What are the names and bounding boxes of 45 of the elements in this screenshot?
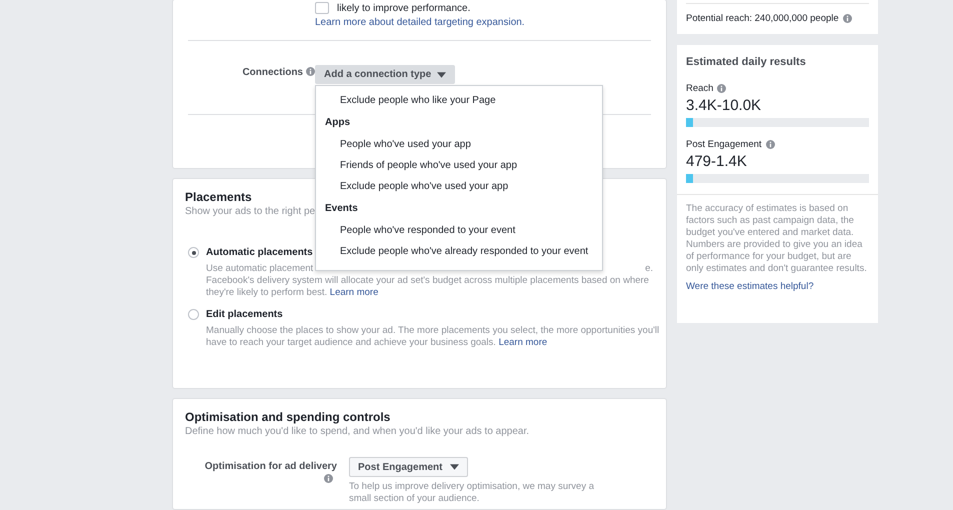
connections-label: Connections xyxy=(242,67,303,78)
option-label: Edit placements xyxy=(206,309,283,320)
radio-button[interactable] xyxy=(188,247,199,258)
estimates-title: Estimated daily results xyxy=(686,56,807,68)
section-subtitle: Define how much you'd like to spend, and when you'd like your ads to appear. xyxy=(185,426,530,437)
metric-value: 3.4K-10.0K xyxy=(686,97,762,114)
info-icon[interactable] xyxy=(324,474,333,483)
potential-reach: Potential reach: 240,000,000 people xyxy=(686,13,839,24)
learn-more-link[interactable]: Learn more xyxy=(330,287,378,298)
info-icon[interactable] xyxy=(842,14,852,23)
menu-item[interactable]: Exclude people who've already responded to your event xyxy=(316,241,602,262)
option-description: e. xyxy=(645,263,653,275)
info-icon[interactable] xyxy=(766,140,775,149)
caret-icon xyxy=(450,464,460,470)
metric-label: Reach xyxy=(686,83,714,94)
option-description: Use automatic placement xyxy=(206,263,314,275)
radio-button[interactable] xyxy=(188,309,199,320)
optimisation-dropdown[interactable]: Post Engagement xyxy=(349,457,468,477)
learn-more-link[interactable]: Learn more xyxy=(498,337,548,348)
option-description: Facebook's delivery system will allocate your ad set's budget across multiple placements based on where they're likely to perform best. Learn more xyxy=(206,275,649,298)
checkbox[interactable] xyxy=(315,2,329,14)
connection-type-dropdown[interactable]: Add a connection type xyxy=(315,65,456,84)
estimates-note: The accuracy of estimates is based on factors such as past campaign data, the budget you've entered and market data. Numbers are provided to give you an idea of performance for your budget, but are only estimates and don't guarantee results. xyxy=(686,203,868,275)
menu-heading: Events xyxy=(324,202,359,216)
section-title: Placements xyxy=(185,190,253,204)
menu-item[interactable]: Exclude people who like your Page xyxy=(316,90,602,111)
metric-value: 479-1.4K xyxy=(686,153,748,170)
option-label: Automatic placements xyxy=(206,247,313,258)
menu-item[interactable]: Exclude people who've used your app xyxy=(316,176,602,197)
learn-more-link[interactable]: Learn more about detailed targeting expansion. xyxy=(315,17,525,28)
option-description: Manually choose the places to show your ad. The more placements you select, the more opportunities you'll have to reach your target audience and achieve your business goals. Learn more xyxy=(205,325,660,349)
info-icon[interactable] xyxy=(717,84,726,93)
metric-label: Post Engagement xyxy=(686,139,762,150)
section-subtitle: Show your ads to the right pe xyxy=(185,206,316,217)
menu-item[interactable]: People who've used your app xyxy=(316,134,602,155)
checkbox-label: likely to improve performance. xyxy=(337,2,470,14)
field-label: Optimisation for ad delivery xyxy=(204,461,337,472)
help-text: To help us improve delivery optimisation, we may survey a small section of your audience. xyxy=(349,481,595,505)
section-title: Optimisation and spending controls xyxy=(185,410,392,424)
menu-item[interactable]: Friends of people who've used your app xyxy=(316,155,602,176)
menu-heading: Apps xyxy=(324,116,351,130)
feedback-link[interactable]: Were these estimates helpful? xyxy=(686,281,814,292)
info-icon[interactable] xyxy=(306,67,315,76)
caret-icon xyxy=(437,72,446,78)
menu-item[interactable]: People who've responded to your event xyxy=(316,220,602,241)
